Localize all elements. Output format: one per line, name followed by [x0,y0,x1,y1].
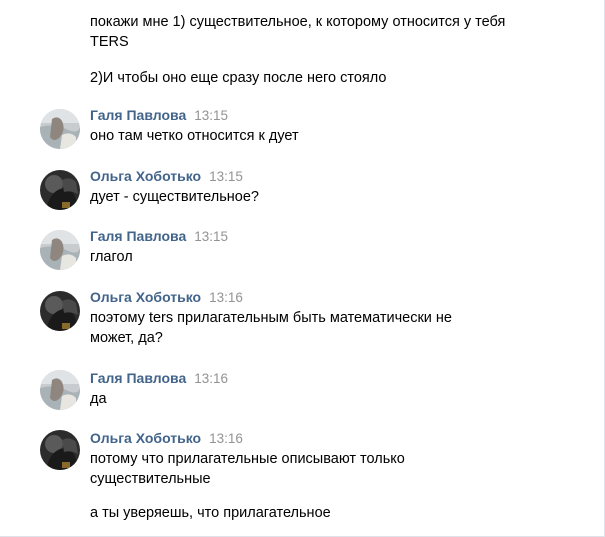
message-time[interactable]: 13:15 [194,229,228,244]
olga-avatar[interactable] [40,170,80,210]
message-time[interactable]: 13:16 [194,371,228,386]
olga-avatar[interactable] [40,291,80,331]
message-header: Галя Павлова 13:15 [90,228,228,246]
message-body: поэтому ters прилагательным быть математ… [90,308,490,348]
message-text: потому что прилагательные описывают толь… [90,451,409,487]
author-name[interactable]: Ольга Хоботько [90,430,201,446]
message-body: потому что прилагательные описывают толь… [90,449,450,523]
message-text: да [90,391,107,407]
author-name[interactable]: Галя Павлова [90,228,186,244]
galya-avatar[interactable] [40,370,80,410]
message-time[interactable]: 13:16 [209,431,243,446]
message-text: поэтому ters прилагательным быть математ… [90,310,457,346]
message-time[interactable]: 13:15 [209,169,243,184]
author-name[interactable]: Галя Павлова [90,107,186,123]
message-header: Галя Павлова 13:15 [90,107,228,125]
message-text: дует - существительное? [90,189,259,205]
author-name[interactable]: Ольга Хоботько [90,289,201,305]
author-name[interactable]: Галя Павлова [90,370,186,386]
chat-history[interactable]: покажи мне 1) существительное, к котором… [0,0,605,537]
message-body: да [90,389,510,409]
message-body: глагол [90,247,510,267]
message-body: дует - существительное? [90,187,510,207]
author-name[interactable]: Ольга Хоботько [90,168,201,184]
message-text: а ты уверяешь, что прилагательное [90,505,331,521]
message-header: Ольга Хоботько 13:16 [90,430,243,448]
message-time[interactable]: 13:16 [209,290,243,305]
message-text: 2)И чтобы оно еще сразу после него стоял… [90,70,387,86]
galya-avatar[interactable] [40,109,80,149]
olga-avatar[interactable] [40,430,80,470]
message-header: Ольга Хоботько 13:16 [90,289,243,307]
message-header: Ольга Хоботько 13:15 [90,168,243,186]
message-time[interactable]: 13:15 [194,108,228,123]
message-text: покажи мне 1) существительное, к котором… [90,14,510,50]
message-body: оно там четко относится к дует [90,126,510,146]
message-header: Галя Павлова 13:16 [90,370,228,388]
message-text: оно там четко относится к дует [90,128,299,144]
message-continuation: покажи мне 1) существительное, к котором… [90,12,510,88]
galya-avatar[interactable] [40,230,80,270]
message-text: глагол [90,249,133,265]
